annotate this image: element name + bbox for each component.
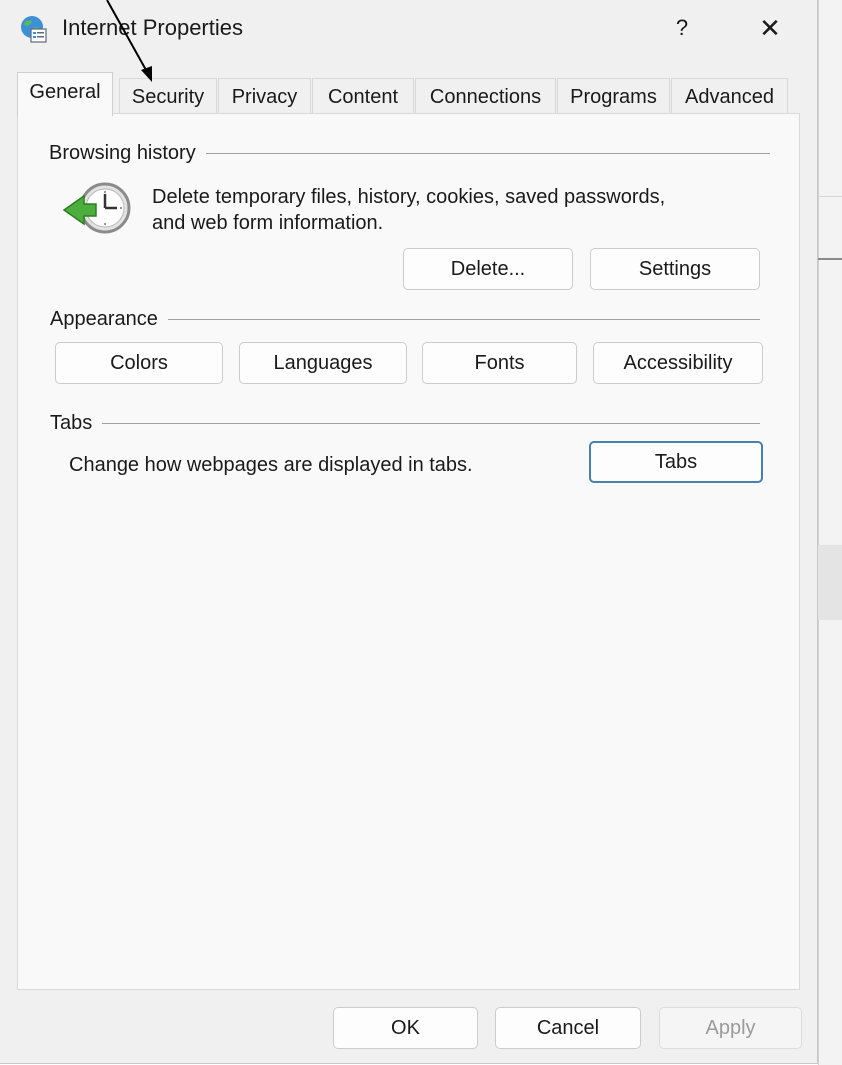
- colors-button[interactable]: Colors: [55, 342, 223, 384]
- tabs-group-divider: [55, 423, 760, 424]
- general-tab-panel: [17, 113, 800, 990]
- appearance-label: Appearance: [50, 307, 168, 331]
- apply-button[interactable]: Apply: [659, 1007, 802, 1049]
- internet-properties-dialog: Internet Properties ? ✕ General Security…: [0, 0, 818, 1064]
- title-bar[interactable]: Internet Properties ? ✕: [0, 0, 817, 58]
- ok-button[interactable]: OK: [333, 1007, 478, 1049]
- fonts-button[interactable]: Fonts: [422, 342, 577, 384]
- background-divider: [818, 196, 842, 197]
- tabs-button[interactable]: Tabs: [589, 441, 763, 483]
- tab-general[interactable]: General: [17, 72, 113, 116]
- help-button[interactable]: ?: [664, 10, 700, 46]
- tabs-group-description: Change how webpages are displayed in tab…: [69, 454, 473, 476]
- browsing-history-label: Browsing history: [49, 141, 206, 165]
- cancel-button[interactable]: Cancel: [495, 1007, 641, 1049]
- close-button[interactable]: ✕: [748, 10, 792, 46]
- window-title: Internet Properties: [62, 15, 243, 40]
- browsing-history-description-line-2: and web form information.: [152, 212, 384, 234]
- background-block: [818, 545, 842, 620]
- tab-privacy[interactable]: Privacy: [218, 78, 311, 114]
- accessibility-button[interactable]: Accessibility: [593, 342, 763, 384]
- history-clock-icon: [62, 182, 131, 234]
- delete-button[interactable]: Delete...: [403, 248, 573, 290]
- background-window: [818, 0, 842, 1065]
- tab-content[interactable]: Content: [312, 78, 414, 114]
- tab-connections[interactable]: Connections: [415, 78, 556, 114]
- tab-programs[interactable]: Programs: [557, 78, 670, 114]
- tabs-group-label: Tabs: [50, 411, 103, 435]
- tab-security[interactable]: Security: [119, 78, 217, 114]
- browsing-history-description-line-1: Delete temporary files, history, cookies…: [152, 186, 666, 208]
- tab-advanced[interactable]: Advanced: [671, 78, 788, 114]
- settings-button[interactable]: Settings: [590, 248, 760, 290]
- internet-properties-icon: [21, 16, 47, 43]
- languages-button[interactable]: Languages: [239, 342, 407, 384]
- background-divider: [818, 258, 842, 260]
